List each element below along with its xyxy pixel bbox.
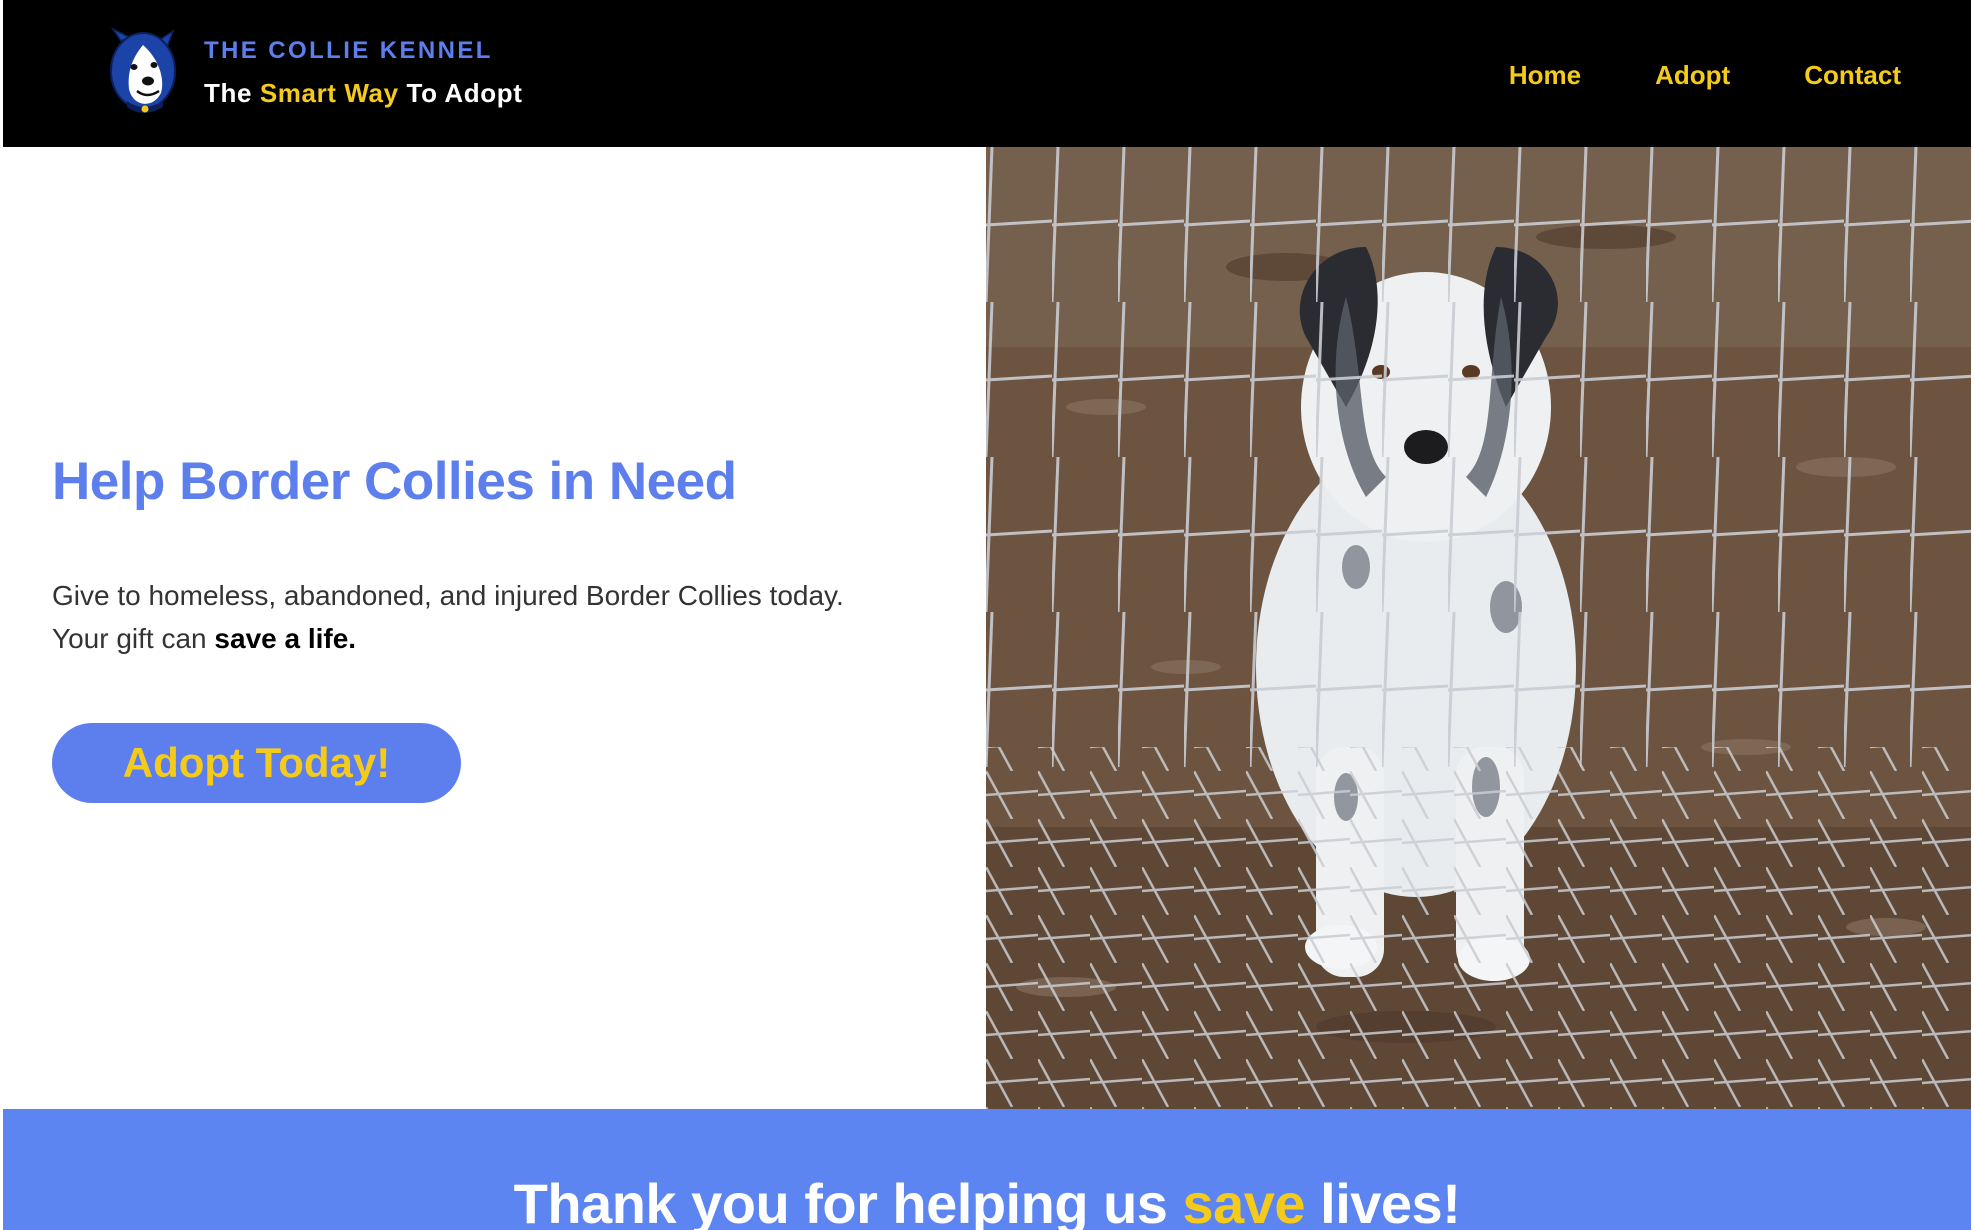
- thank-you-banner: Thank you for helping us save lives!: [3, 1109, 1971, 1230]
- brand-text: THE COLLIE KENNEL The Smart Way To Adopt: [204, 36, 522, 108]
- site-header: THE COLLIE KENNEL The Smart Way To Adopt…: [3, 0, 1971, 147]
- collie-logo-icon: [110, 27, 176, 113]
- hero-photo: [986, 147, 1971, 1109]
- hero-description-line2-prefix: Your gift can: [52, 623, 215, 654]
- tagline-part1: The: [204, 78, 260, 108]
- adopt-today-button[interactable]: Adopt Today!: [52, 723, 461, 803]
- hero-description-emphasis: save a life.: [214, 623, 357, 654]
- nav-home-link[interactable]: Home: [1509, 58, 1581, 92]
- nav-contact-link[interactable]: Contact: [1804, 58, 1901, 92]
- banner-part2: lives!: [1305, 1172, 1461, 1230]
- brand[interactable]: THE COLLIE KENNEL The Smart Way To Adopt: [103, 27, 522, 117]
- hero-content: Help Border Collies in Need Give to home…: [0, 147, 986, 1109]
- dog-photo-image: [986, 147, 1971, 1109]
- brand-title: THE COLLIE KENNEL: [204, 37, 493, 64]
- hero-title: Help Border Collies in Need: [52, 452, 737, 511]
- nav-adopt-link[interactable]: Adopt: [1655, 58, 1730, 92]
- hero-description-line1: Give to homeless, abandoned, and injured…: [52, 580, 844, 611]
- banner-part1: Thank you for helping us: [513, 1172, 1183, 1230]
- tagline-accent: Smart Way: [259, 78, 399, 108]
- tagline-part2: To Adopt: [398, 78, 523, 108]
- banner-heading: Thank you for helping us save lives!: [3, 1169, 1971, 1230]
- brand-tagline: The Smart Way To Adopt: [204, 78, 522, 108]
- main-nav: Home Adopt Contact: [1509, 58, 1901, 92]
- banner-accent: save: [1182, 1172, 1306, 1230]
- page: THE COLLIE KENNEL The Smart Way To Adopt…: [0, 0, 1974, 1230]
- hero-description: Give to homeless, abandoned, and injured…: [52, 574, 952, 660]
